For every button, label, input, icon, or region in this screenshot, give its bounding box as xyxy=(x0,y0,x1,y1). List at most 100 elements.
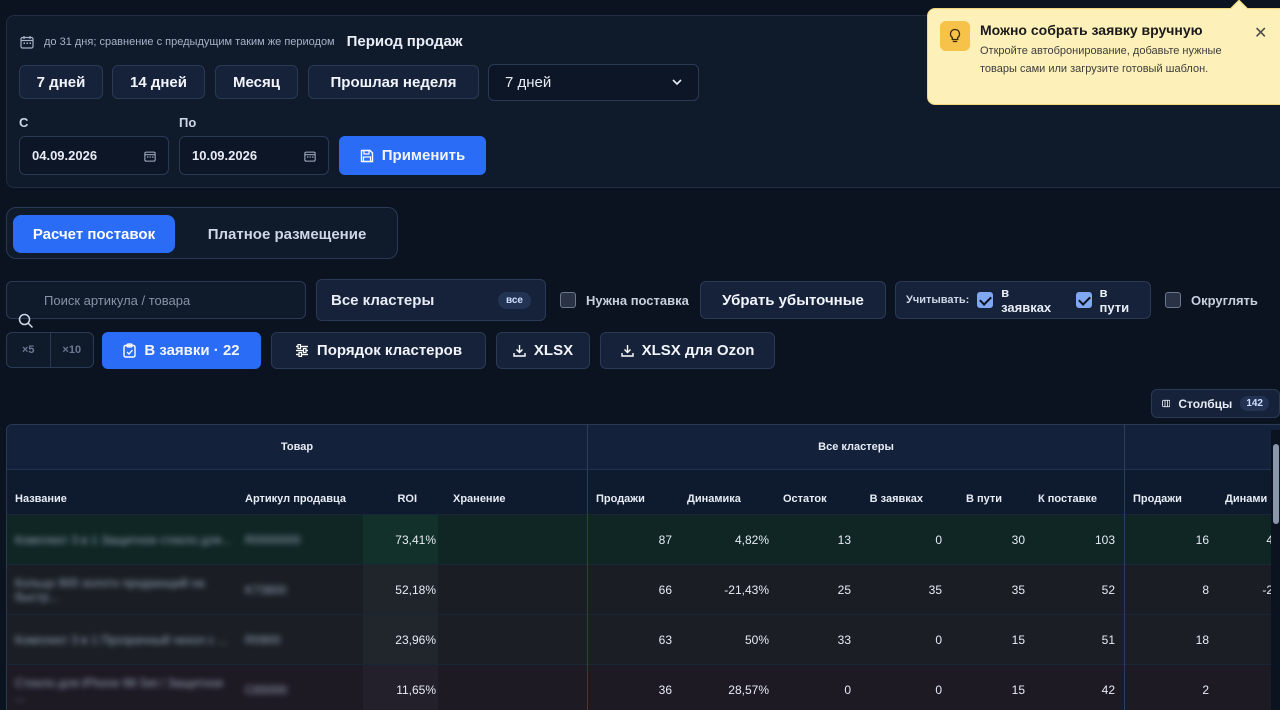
xlsx-button[interactable]: XLSX xyxy=(496,332,590,369)
need-supply-check[interactable] xyxy=(560,292,576,308)
period-select[interactable]: 7 дней xyxy=(488,64,699,101)
row-dynamics: 4,82% xyxy=(734,533,769,547)
preset-last-week-button[interactable]: Прошлая неделя xyxy=(308,65,479,99)
row-to-supply: 51 xyxy=(1101,633,1115,647)
search-icon xyxy=(18,313,34,329)
col-header-article[interactable]: Артикул продавца xyxy=(245,470,355,514)
need-supply-checkbox[interactable]: Нужна поставка xyxy=(560,292,689,308)
round-label: Округлять xyxy=(1191,292,1258,308)
row-in-orders: 35 xyxy=(928,583,942,597)
round-checkbox[interactable]: Округлять xyxy=(1165,292,1258,308)
col-header-sales[interactable]: Продажи xyxy=(596,470,676,514)
table-row[interactable]: Стекло для iPhone 98 Set / Защитное ... … xyxy=(7,664,1280,710)
download-icon xyxy=(513,345,526,357)
row-article: R0000000 xyxy=(245,533,301,547)
column-divider xyxy=(1124,425,1125,710)
cluster-order-label: Порядок кластеров xyxy=(316,342,463,359)
row-roi: 11,65% xyxy=(363,665,438,710)
calendar-icon xyxy=(20,35,34,49)
row-article: C65000 xyxy=(245,683,288,697)
calendar-icon xyxy=(304,151,316,162)
col-header-dynamics[interactable]: Динамика xyxy=(687,470,767,514)
row-to-supply: 42 xyxy=(1101,683,1115,697)
row-name: Кольцо 900 золото продающий на быстр... xyxy=(15,576,205,604)
in-transit-label: в пути xyxy=(1099,285,1130,315)
clusters-dropdown[interactable]: Все кластеры все xyxy=(316,279,546,321)
sliders-icon xyxy=(295,344,308,357)
round-check[interactable] xyxy=(1165,292,1181,308)
row-roi: 23,96% xyxy=(363,615,438,665)
row-sales-2: 16 xyxy=(1195,533,1209,547)
in-transit-check[interactable] xyxy=(1075,292,1092,308)
cluster-order-button[interactable]: Порядок кластеров xyxy=(271,332,486,369)
apply-button[interactable]: Применить xyxy=(339,136,486,175)
consider-group: Учитывать: в заявках в пути xyxy=(895,281,1151,319)
table-row[interactable]: Кольцо 900 золото продающий на быстр... … xyxy=(7,564,1280,615)
in-orders-label: в заявках xyxy=(1001,285,1052,315)
col-header-sales-2[interactable]: Продажи xyxy=(1133,470,1203,514)
clipboard-icon xyxy=(123,343,137,358)
row-roi: 73,41% xyxy=(363,515,438,565)
to-label: По xyxy=(179,115,197,130)
consider-label: Учитывать: xyxy=(906,294,970,306)
clusters-label: Все кластеры xyxy=(331,291,435,309)
table-row[interactable]: Комплект 3 в 1 Защитное стекло для... R0… xyxy=(7,514,1280,565)
preset-14-days-button[interactable]: 14 дней xyxy=(112,65,205,99)
toast-text: Откройте автобронирование, добавьте нужн… xyxy=(980,45,1222,75)
col-header-roi[interactable]: ROI xyxy=(362,470,417,514)
row-dynamics-2 xyxy=(1217,665,1273,710)
multiplier-x5-button[interactable]: ×5 xyxy=(7,333,51,367)
tab-supply-calc[interactable]: Расчет поставок xyxy=(13,215,175,253)
row-sales: 36 xyxy=(658,683,672,697)
columns-button[interactable]: Столбцы 142 xyxy=(1151,389,1280,418)
row-sales: 87 xyxy=(658,533,672,547)
row-in-orders: 0 xyxy=(935,533,942,547)
table-row[interactable]: Комплект 3 в 1 Прозрачный чехол с ... R0… xyxy=(7,614,1280,665)
col-header-storage[interactable]: Хранение xyxy=(453,470,573,514)
row-sales-2: 2 xyxy=(1202,683,1209,697)
col-header-in-orders[interactable]: В заявках xyxy=(867,470,923,514)
preset-7-days-button[interactable]: 7 дней xyxy=(19,65,103,99)
row-stock: 33 xyxy=(837,633,851,647)
in-orders-check[interactable] xyxy=(977,292,994,308)
col-header-name[interactable]: Название xyxy=(15,470,235,514)
remove-loss-button[interactable]: Убрать убыточные xyxy=(700,281,886,319)
col-header-to-supply[interactable]: К поставке xyxy=(1037,470,1097,514)
date-to-input[interactable]: 10.09.2026 xyxy=(179,136,329,175)
mode-tabs: Расчет поставок Платное размещение xyxy=(6,207,398,259)
col-header-in-transit[interactable]: В пути xyxy=(966,470,1026,514)
date-from-input[interactable]: 04.09.2026 xyxy=(19,136,169,175)
tab-paid-placement[interactable]: Платное размещение xyxy=(187,215,387,253)
row-name: Комплект 3 в 1 Защитное стекло для... xyxy=(15,533,232,547)
row-in-orders: 0 xyxy=(935,633,942,647)
table-scrollbar[interactable] xyxy=(1271,430,1280,710)
period-select-value: 7 дней xyxy=(505,74,552,91)
col-header-stock[interactable]: Остаток xyxy=(783,470,853,514)
download-icon xyxy=(620,345,634,357)
period-title: Период продаж xyxy=(346,33,463,50)
row-dynamics: 28,57% xyxy=(728,683,769,697)
row-in-transit: 15 xyxy=(1011,683,1025,697)
to-orders-button[interactable]: В заявки · 22 xyxy=(102,332,261,369)
row-dynamics: 50% xyxy=(744,633,769,647)
close-icon[interactable]: ✕ xyxy=(1254,23,1267,43)
row-dynamics-2: 4 xyxy=(1266,533,1273,547)
row-sales-2: 18 xyxy=(1195,633,1209,647)
search-input[interactable]: Поиск артикула / товара xyxy=(6,281,306,319)
scrollbar-thumb[interactable] xyxy=(1273,444,1279,524)
apply-label: Применить xyxy=(381,147,466,164)
multiplier-x10-button[interactable]: ×10 xyxy=(51,333,94,367)
xlsx-label: XLSX xyxy=(533,342,574,359)
group-header-next-cluster xyxy=(1125,425,1280,470)
group-header-all-clusters: Все кластеры xyxy=(588,425,1124,470)
preset-month-button[interactable]: Месяц xyxy=(215,65,298,99)
row-in-orders: 0 xyxy=(935,683,942,697)
row-roi: 52,18% xyxy=(363,565,438,615)
date-from-value: 04.09.2026 xyxy=(32,148,98,163)
xlsx-ozon-button[interactable]: XLSX для Ozon xyxy=(600,332,775,369)
columns-icon xyxy=(1162,399,1171,408)
from-label: С xyxy=(19,115,29,130)
group-header-product: Товар xyxy=(7,425,587,470)
row-stock: 0 xyxy=(844,683,851,697)
period-note: до 31 дня; сравнение с предыдущим таким … xyxy=(44,35,335,48)
